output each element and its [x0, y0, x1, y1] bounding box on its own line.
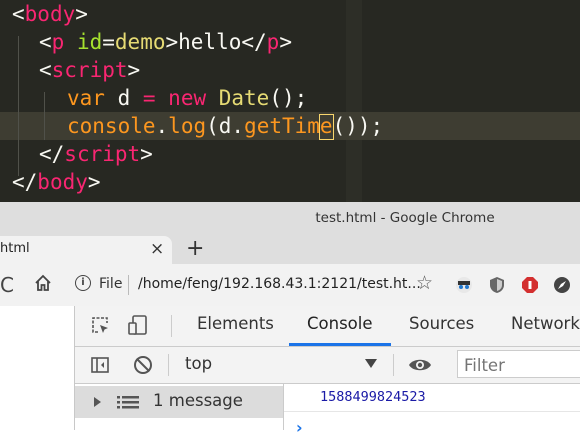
window-titlebar[interactable]: test.html - Google Chrome: [0, 202, 580, 236]
devtools-tabbar: Elements Console Sources Network: [75, 306, 580, 347]
code-line-3: <script>: [39, 58, 141, 82]
tab-strip: html × +: [0, 236, 580, 264]
tab-sources[interactable]: Sources: [409, 306, 474, 346]
code-line-5: console.log(d.getTime());: [67, 114, 384, 140]
info-icon[interactable]: i: [75, 275, 91, 291]
scheme-label: File: [99, 276, 123, 292]
code-line-6: </script>: [39, 142, 153, 166]
devtools-panel: Elements Console Sources Network top Fil…: [74, 306, 580, 437]
page-viewport[interactable]: [0, 306, 74, 430]
reload-icon[interactable]: C: [0, 273, 14, 297]
browser-toolbar: C i File /home/feng/192.168.43.1:2121/te…: [0, 264, 580, 307]
extension-compass-icon[interactable]: [553, 276, 571, 294]
inspect-element-icon[interactable]: [91, 316, 109, 334]
extension-spy-icon[interactable]: [455, 276, 473, 294]
window-title: test.html - Google Chrome: [315, 210, 495, 226]
code-line-4: var d = new Date();: [67, 86, 308, 110]
list-icon: [117, 396, 139, 409]
filter-input[interactable]: [457, 350, 580, 378]
console-row-divider: [284, 411, 580, 412]
device-toolbar-icon[interactable]: [127, 314, 149, 336]
sidebar-item-messages[interactable]: 1 message: [75, 386, 283, 418]
editor-ruler: [346, 0, 362, 202]
console-toolbar-separator: [168, 354, 169, 376]
console-log-value: 1588499824523: [320, 389, 426, 405]
close-tab-icon[interactable]: ×: [150, 239, 164, 259]
execution-context-select[interactable]: top: [185, 354, 212, 373]
messages-count-label: 1 message: [153, 391, 243, 410]
tab-title: html: [0, 241, 30, 256]
console-sidebar: 1 message: [75, 384, 284, 430]
omnibox-separator: [128, 275, 129, 295]
tab-console[interactable]: Console: [289, 306, 391, 346]
extension-adblock-icon[interactable]: [521, 276, 539, 294]
address-bar[interactable]: /home/feng/192.168.43.1:2121/test.ht...: [138, 276, 421, 292]
code-line-2: <p id=demo>hello</p>: [39, 30, 292, 54]
console-prompt-icon[interactable]: ›: [296, 418, 303, 437]
console-toolbar: top: [75, 347, 580, 384]
extension-shield-icon[interactable]: [488, 276, 506, 294]
expand-arrow-icon[interactable]: [94, 397, 101, 407]
code-line-1: <body>: [12, 2, 88, 26]
code-editor[interactable]: <body> <p id=demo>hello</p> <script> var…: [0, 0, 580, 202]
new-tab-button[interactable]: +: [186, 236, 204, 261]
code-line-7: </body>: [12, 170, 101, 194]
live-expression-eye-icon[interactable]: [408, 358, 432, 372]
tab-elements[interactable]: Elements: [197, 306, 274, 346]
show-sidebar-icon[interactable]: [91, 356, 109, 374]
devtools-tab-separator: [171, 315, 172, 337]
chevron-down-icon[interactable]: [365, 359, 377, 368]
indent-guide: [44, 92, 45, 140]
console-output-area[interactable]: 1588499824523 ›: [284, 384, 580, 437]
indent-guide: [18, 36, 19, 176]
bookmark-star-icon[interactable]: ☆: [416, 272, 433, 294]
home-icon[interactable]: [34, 274, 52, 292]
text-cursor: e: [318, 114, 334, 140]
tab-network[interactable]: Network: [511, 306, 580, 346]
browser-tab[interactable]: html ×: [0, 236, 172, 264]
clear-console-icon[interactable]: [134, 356, 152, 374]
console-toolbar-separator: [393, 354, 394, 376]
